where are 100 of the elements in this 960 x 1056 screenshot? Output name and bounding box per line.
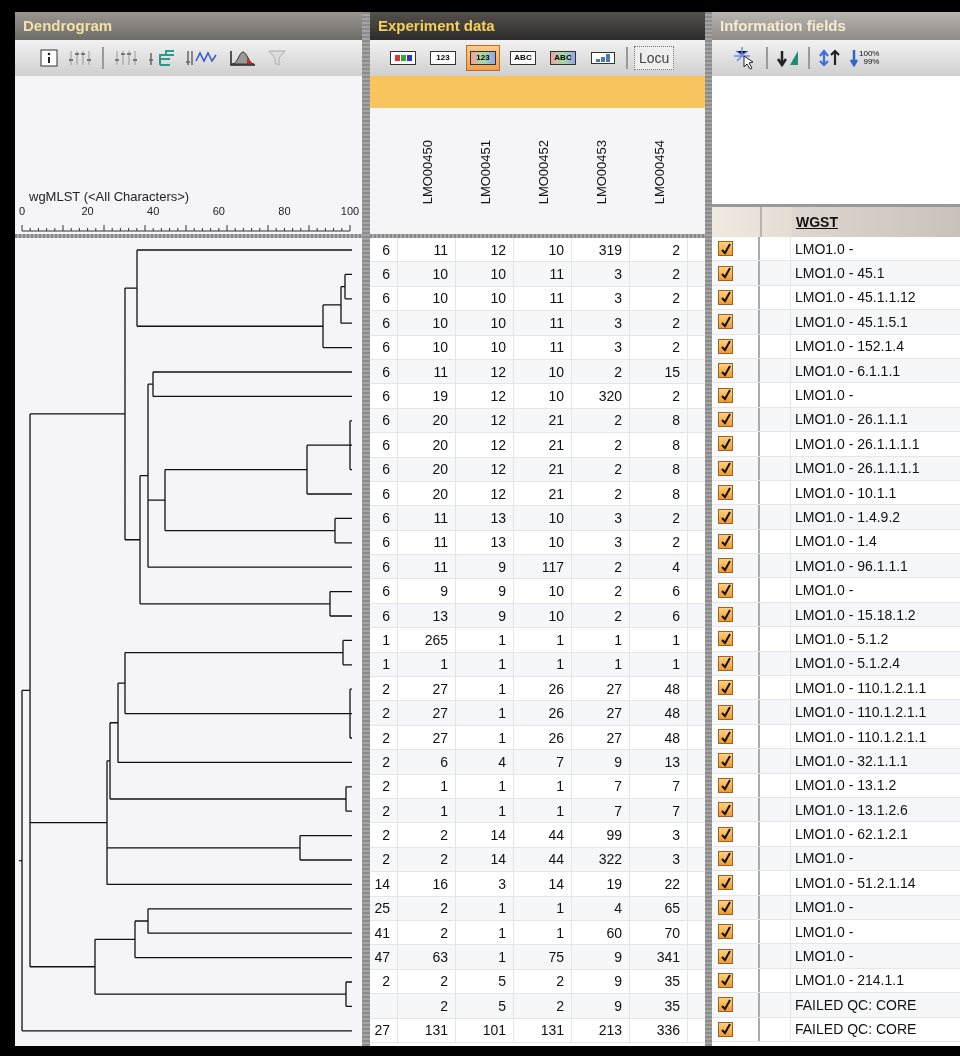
view-button[interactable]: 123 [466,45,500,71]
checkbox[interactable] [718,241,733,257]
axis-label: wgMLST (<All Characters>) [28,189,191,204]
checkbox[interactable] [718,338,733,354]
table-cell: 2 [556,973,564,990]
table-cell: 131 [540,1022,564,1039]
table-cell: 12 [490,388,506,405]
checkbox[interactable] [718,485,733,501]
checkbox[interactable] [718,777,733,793]
checkbox[interactable] [718,850,733,866]
splitter-handle[interactable] [362,12,370,1046]
table-cell: LMO1.0 - 32.1.1.1 [795,752,908,769]
checkbox[interactable] [718,265,733,281]
checkbox[interactable] [718,875,733,891]
table-cell: 1 [498,631,506,648]
table-cell: LMO1.0 - 13.1.2.6 [795,801,908,818]
checkbox[interactable] [718,680,733,696]
table-cell: 2 [440,900,448,917]
table-cell: 8 [672,412,680,429]
table-cell: 1 [556,924,564,941]
table-cell: LMO1.0 - 45.1 [795,265,885,282]
table-cell: 3 [614,314,622,331]
view-button[interactable]: 123 [426,45,460,71]
table-cell: 10 [548,607,564,624]
table-cell: 27 [606,729,622,746]
distribution-icon[interactable] [228,49,258,67]
checkbox[interactable] [718,655,733,671]
down-arrow-icon[interactable] [850,49,858,67]
checkbox[interactable] [718,509,733,525]
checkbox[interactable] [718,558,733,574]
wave-icon[interactable] [185,49,219,67]
column-header[interactable]: LMO00453 [593,139,609,204]
table-cell: 6 [382,510,390,526]
table-cell: 7 [614,802,622,819]
checkbox[interactable] [718,533,733,549]
checkbox[interactable] [718,704,733,720]
table-cell: 2 [440,827,448,844]
table-cell: LMO1.0 - 45.1.1.12 [795,289,916,306]
checkbox[interactable] [718,753,733,769]
table-cell: LMO1.0 - 15.18.1.2 [795,606,916,623]
checkbox[interactable] [718,460,733,476]
checkbox[interactable] [718,436,733,452]
table-cell: 6 [382,485,390,502]
column-header[interactable]: LMO00452 [535,139,551,204]
table-cell: LMO1.0 - 110.1.2.1.1 [795,728,927,745]
table-cell: 7 [672,778,680,795]
table-cell: 2 [382,827,390,844]
sliders-icon[interactable] [113,49,139,67]
checkbox[interactable] [718,631,733,647]
table-cell: LMO1.0 - 6.1.1.1 [795,362,901,379]
table-cell: 6 [382,388,390,405]
checkbox[interactable] [718,289,733,305]
tree-icon[interactable] [148,49,176,67]
column-header[interactable]: LMO00451 [477,139,493,204]
checkbox[interactable] [718,972,733,988]
checkbox[interactable] [718,411,733,427]
table-cell: 27 [374,1022,390,1039]
table-cell: 48 [664,705,680,722]
checkbox[interactable] [718,363,733,379]
column-header[interactable]: LMO00450 [419,139,435,204]
checkbox[interactable] [718,1021,733,1037]
checkbox[interactable] [718,948,733,964]
table-cell: 10 [432,266,448,283]
checkbox[interactable] [718,387,733,403]
checkbox[interactable] [718,314,733,330]
table-cell: 10 [548,510,564,526]
sort-icon[interactable] [776,49,800,67]
checkbox[interactable] [718,924,733,940]
checkbox[interactable] [718,826,733,842]
checkbox[interactable] [718,899,733,915]
info-icon[interactable] [40,49,58,67]
table-cell: 7 [614,778,622,795]
table-cell: 2 [382,680,390,697]
checkbox[interactable] [718,997,733,1013]
swap-icon[interactable] [818,49,842,67]
checkbox[interactable] [718,607,733,623]
column-header[interactable]: WGST [796,214,838,230]
table-cell: 27 [432,680,448,697]
view-button[interactable]: ABC [506,45,540,71]
table-cell: 11 [549,290,564,307]
table-cell: LMO1.0 - 1.4.9.2 [795,509,901,525]
checkbox[interactable] [718,729,733,744]
table-cell: 6 [672,583,680,600]
view-button[interactable]: ABC [546,45,580,71]
column-header[interactable]: LMO00454 [651,139,667,204]
table-cell: 3 [672,827,680,844]
table-cell: 2 [672,388,680,405]
checkbox[interactable] [718,802,733,818]
sliders-icon[interactable] [67,49,93,67]
table-cell: 3 [614,339,622,356]
table-cell: LMO1.0 - 13.1.2 [795,777,897,794]
checkbox[interactable] [718,582,733,598]
table-cell: LMO1.0 - 10.1.1 [795,484,897,501]
percent-label: 99% [862,58,880,66]
table-cell: 8 [672,485,680,502]
table-cell: 1 [498,656,506,673]
table-cell: 70 [664,924,680,941]
locus-field[interactable]: Locu [634,46,675,70]
table-cell: 10 [432,314,448,331]
table-cell: 265 [424,631,448,648]
